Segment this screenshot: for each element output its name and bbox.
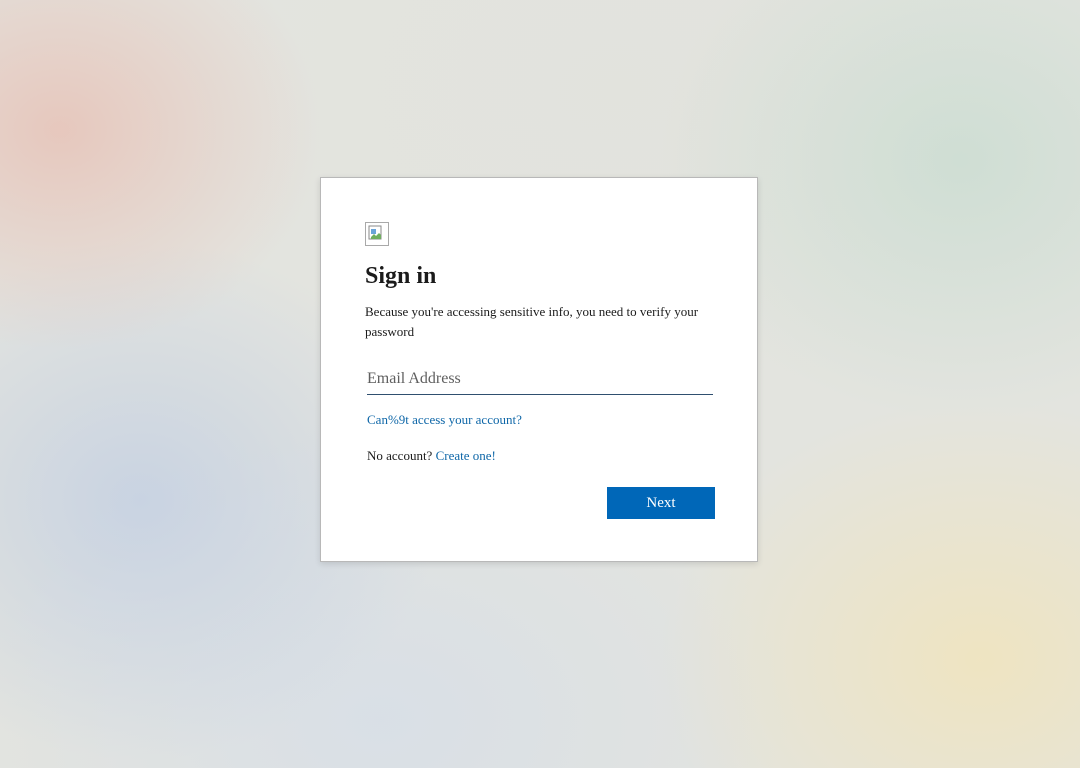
- email-field[interactable]: [367, 364, 713, 395]
- cant-access-account-link[interactable]: Can%9t access your account?: [367, 412, 522, 428]
- no-account-label: No account?: [367, 448, 433, 463]
- broken-image-icon: [365, 222, 389, 246]
- next-button[interactable]: Next: [607, 487, 715, 519]
- signin-description: Because you're accessing sensitive info,…: [365, 304, 699, 339]
- signin-card: Sign in Because you're accessing sensiti…: [320, 177, 758, 562]
- no-account-line: No account? Create one!: [367, 448, 496, 464]
- create-account-link[interactable]: Create one!: [436, 448, 496, 463]
- page-title: Sign in: [365, 263, 437, 289]
